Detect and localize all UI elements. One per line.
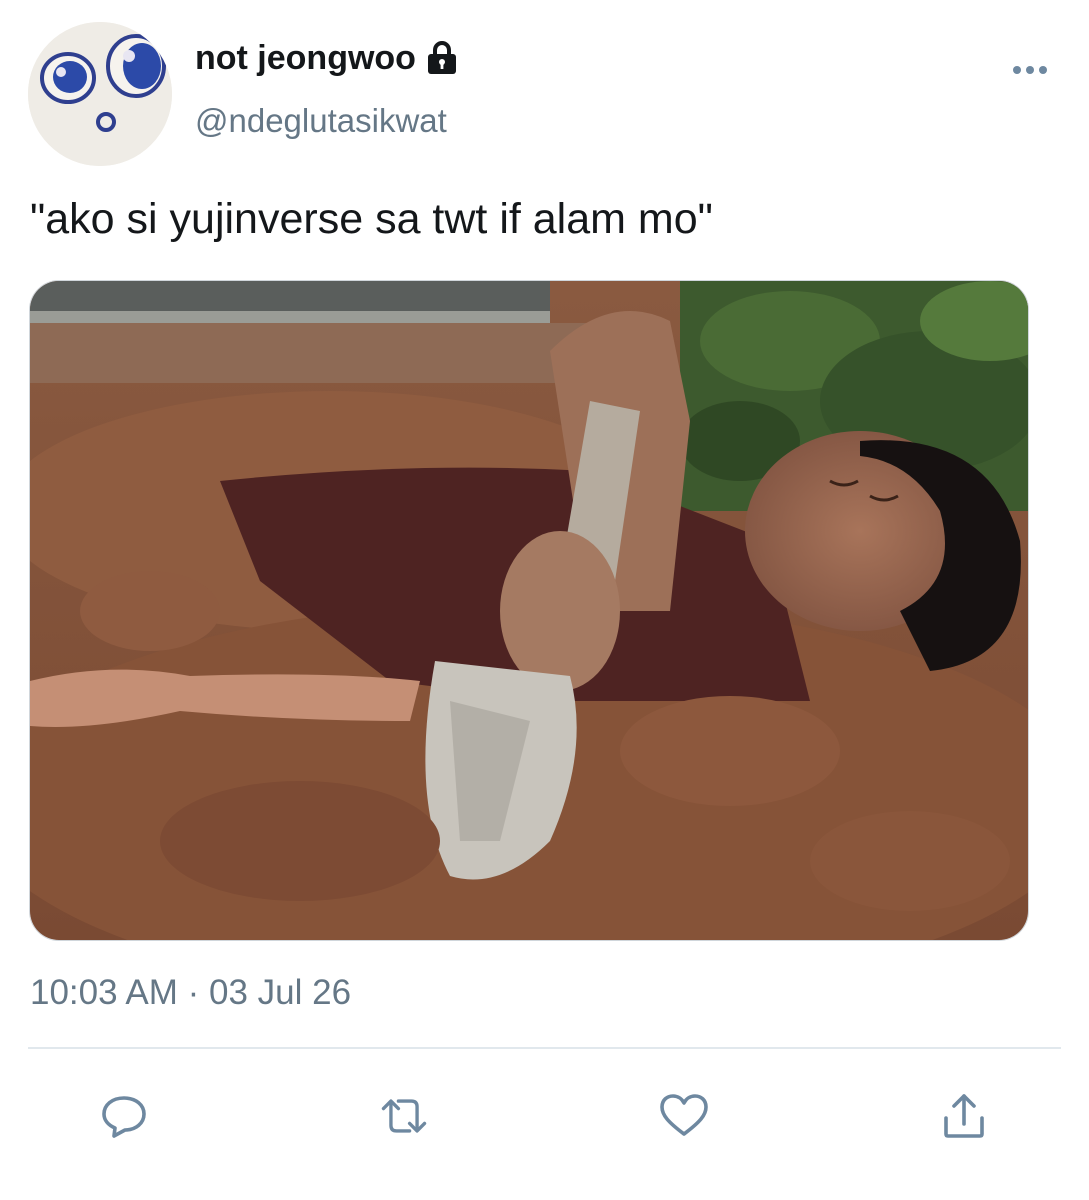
display-name-row: not jeongwoo (195, 40, 460, 76)
timestamp[interactable]: 10:03 AM · 03 Jul 26 (30, 975, 351, 1010)
more-options-button[interactable] (1008, 56, 1052, 84)
tweet-photo (30, 281, 1028, 940)
display-name[interactable]: not jeongwoo (195, 41, 416, 75)
divider (28, 1047, 1061, 1049)
lock-icon (424, 40, 460, 76)
reply-icon (102, 1096, 146, 1138)
avatar-image (28, 22, 172, 166)
more-horizontal-icon (1013, 66, 1047, 74)
share-button[interactable] (936, 1088, 992, 1144)
reply-button[interactable] (96, 1088, 152, 1144)
retweet-button[interactable] (376, 1088, 432, 1144)
like-button[interactable] (656, 1088, 712, 1144)
share-icon (944, 1094, 984, 1138)
retweet-icon (381, 1099, 427, 1133)
handle[interactable]: @ndeglutasikwat (195, 104, 447, 137)
heart-icon (660, 1094, 708, 1136)
tweet-image[interactable] (29, 280, 1029, 941)
tweet-text: "ako si yujinverse sa twt if alam mo" (30, 195, 713, 243)
avatar[interactable] (28, 22, 172, 166)
